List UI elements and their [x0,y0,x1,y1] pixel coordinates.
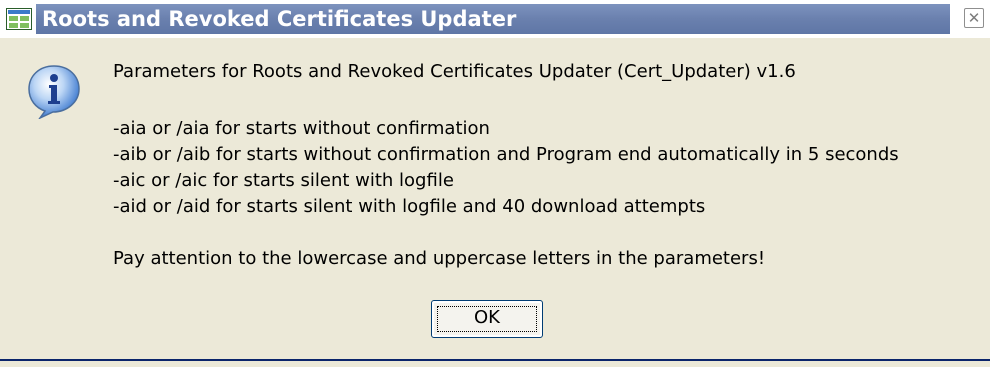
message-line-aic: -aic or /aic for starts silent with logf… [113,170,454,191]
window-title: Roots and Revoked Certificates Updater [42,7,517,31]
title-bar[interactable]: Roots and Revoked Certificates Updater ✕ [0,0,990,38]
app-window-icon[interactable] [6,8,32,30]
message-line-title: Parameters for Roots and Revoked Certifi… [113,61,796,82]
close-icon: ✕ [967,9,981,27]
dialog-window: Roots and Revoked Certificates Updater ✕… [0,0,990,367]
message-line-aid: -aid or /aid for starts silent with logf… [113,196,706,217]
window-bottom-border [0,359,990,367]
close-button[interactable]: ✕ [964,8,984,28]
message-line-aia: -aia or /aia for starts without confirma… [113,118,490,139]
message-line-aib: -aib or /aib for starts without confirma… [113,144,899,165]
ok-button[interactable]: OK [431,300,543,338]
ok-button-label: OK [474,307,500,328]
information-icon [26,63,82,120]
message-line-warning: Pay attention to the lowercase and upper… [113,248,766,269]
dialog-content: Parameters for Roots and Revoked Certifi… [0,38,990,359]
